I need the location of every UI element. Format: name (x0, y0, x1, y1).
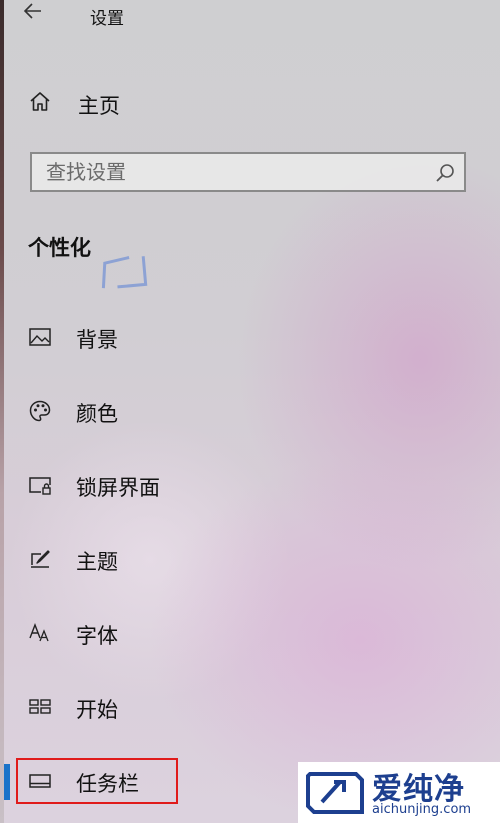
nav-item-colors[interactable]: 颜色 (0, 386, 500, 436)
nav-item-label: 字体 (76, 624, 118, 648)
search-input[interactable] (46, 154, 416, 190)
brand-logo-icon (304, 766, 364, 818)
start-grid-icon (28, 695, 52, 719)
search-box[interactable] (30, 152, 466, 192)
nav-item-lock-screen[interactable]: 锁屏界面 (0, 460, 500, 510)
nav-home[interactable]: 主页 (0, 80, 500, 126)
nav-item-background[interactable]: 背景 (0, 312, 500, 362)
nav-item-label: 背景 (76, 328, 118, 352)
nav-home-label: 主页 (78, 94, 120, 118)
nav-item-fonts[interactable]: 字体 (0, 608, 500, 658)
nav-item-label: 任务栏 (76, 772, 139, 796)
home-icon (28, 90, 52, 114)
taskbar-icon (28, 769, 52, 793)
window-title: 设置 (90, 9, 124, 29)
font-icon (28, 621, 52, 645)
watermark-logo: 爱纯净 aichunjing.com (298, 762, 500, 823)
back-arrow-icon[interactable] (22, 0, 44, 22)
lock-screen-icon (28, 473, 52, 497)
watermark-url: aichunjing.com (372, 802, 472, 817)
section-header-personalization: 个性化 (28, 236, 91, 260)
nav-item-label: 开始 (76, 698, 118, 722)
nav-item-label: 颜色 (76, 402, 118, 426)
nav-item-start[interactable]: 开始 (0, 682, 500, 732)
search-icon[interactable] (434, 162, 456, 184)
nav-item-label: 主题 (76, 550, 118, 574)
nav-item-themes[interactable]: 主题 (0, 534, 500, 584)
theme-brush-icon (28, 547, 52, 571)
palette-icon (28, 399, 52, 423)
picture-icon (28, 325, 52, 349)
title-bar: 设置 (0, 0, 500, 36)
nav-item-label: 锁屏界面 (76, 476, 160, 500)
